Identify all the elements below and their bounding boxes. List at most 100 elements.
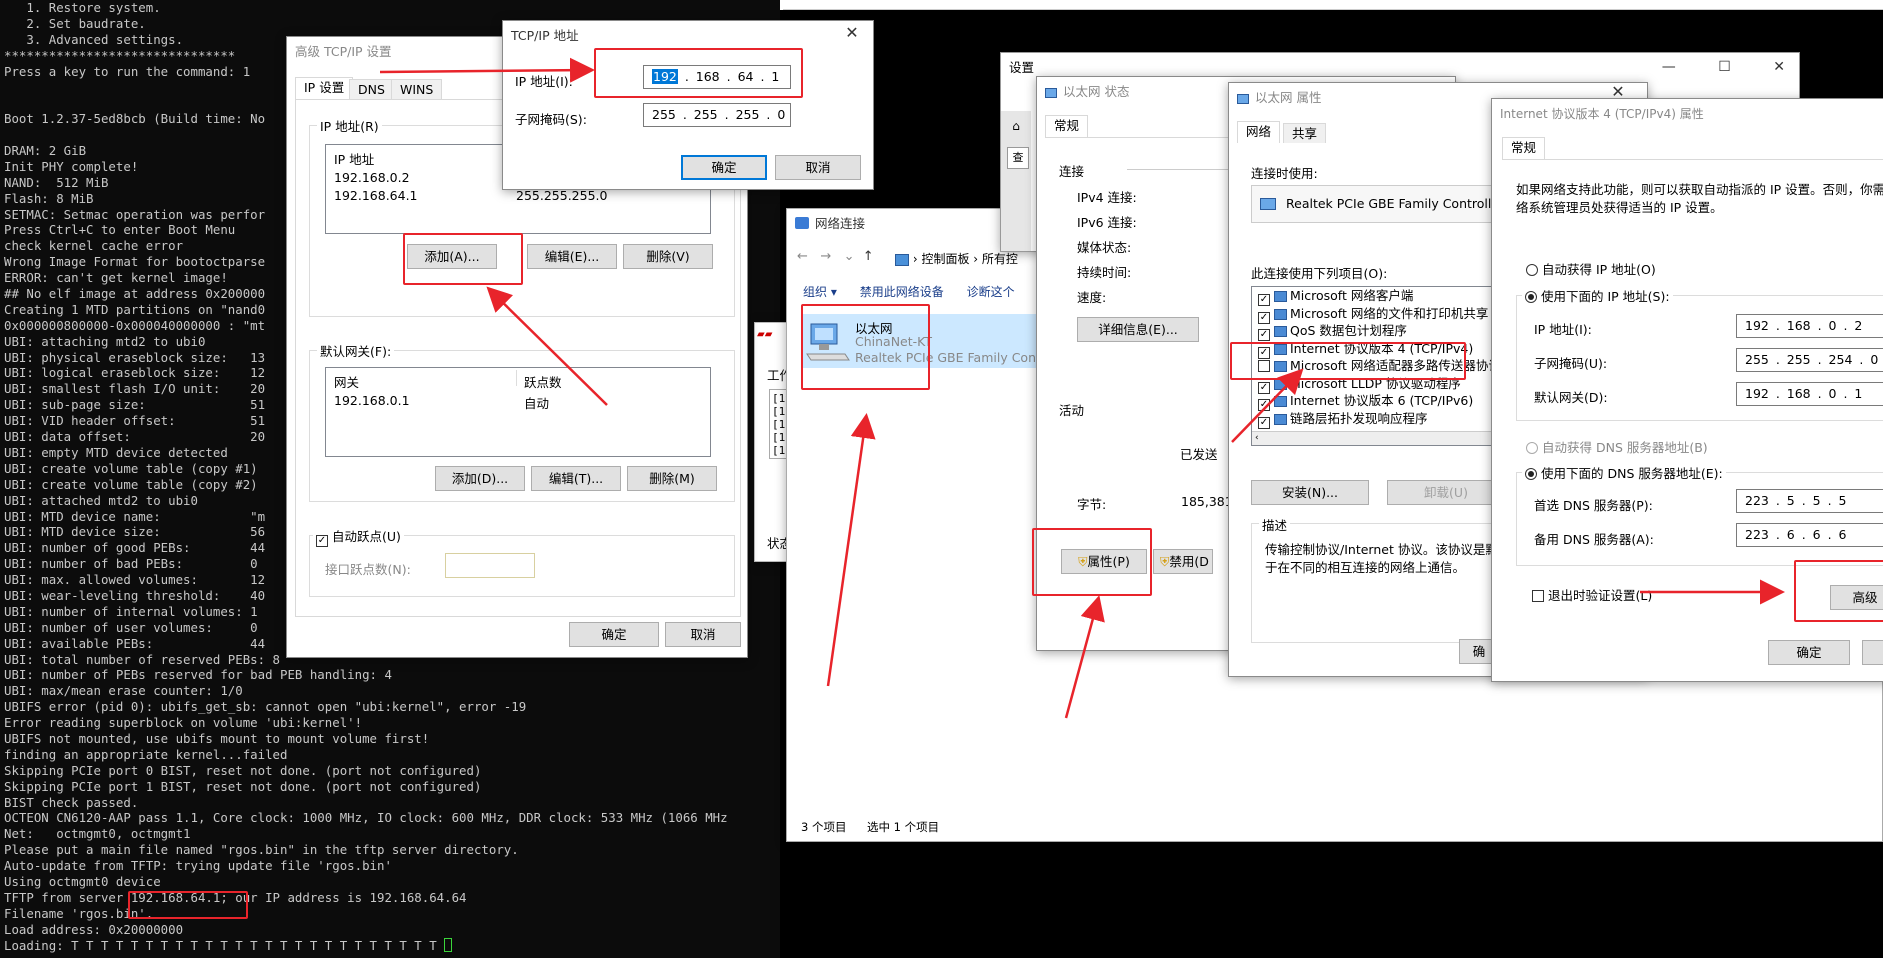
cancel-button[interactable] <box>1862 640 1883 665</box>
intro-text: 如果网络支持此功能，则可以获取自动指派的 IP 设置。否则，你需要 络系统管理员… <box>1516 182 1883 215</box>
default-gateway-label: 默认网关(D): <box>1534 390 1608 405</box>
validate-checkbox[interactable]: 退出时验证设置(L) <box>1532 585 1652 604</box>
cancel-button[interactable]: 取消 <box>775 155 861 180</box>
home-icon[interactable]: ⌂ <box>1001 119 1031 133</box>
alternate-dns-field[interactable]: 223 . 6 . 6 . 6 <box>1736 523 1883 547</box>
tab-dns[interactable]: DNS <box>349 79 394 99</box>
close-icon[interactable]: ✕ <box>837 23 867 42</box>
use-ip-radio[interactable]: 使用下面的 IP 地址(S): <box>1522 286 1673 305</box>
properties-button[interactable]: ⛨属性(P) <box>1061 549 1147 574</box>
auto-ip-label: 自动获得 IP 地址(O) <box>1542 262 1656 277</box>
ipv6-connectivity-label: IPv6 连接: <box>1077 215 1137 230</box>
settings-search-input[interactable]: 查 <box>1007 147 1029 169</box>
loading-text: Loading: T T T T T T T T T T T T T T T T… <box>4 937 445 953</box>
install-button[interactable]: 安装(N)... <box>1251 480 1369 505</box>
ok-button[interactable]: 确定 <box>1768 640 1850 665</box>
terminal-line: finding an appropriate kernel...failed <box>4 746 288 762</box>
preferred-dns-field[interactable]: 223 . 5 . 5 . 5 <box>1736 489 1883 513</box>
activity-section-label: 活动 <box>1059 403 1085 418</box>
terminal-line: Error reading superblock on volume 'ubi:… <box>4 715 363 731</box>
ok-button[interactable]: 确定 <box>681 155 767 180</box>
diagnose-button[interactable]: 诊断这个 <box>967 285 1015 299</box>
tab-sharing[interactable]: 共享 <box>1283 123 1327 143</box>
back-arrow-icon[interactable]: ← <box>797 249 808 264</box>
app-logo-icon: ▰▰ <box>757 329 773 340</box>
preferred-dns-label: 首选 DNS 服务器(P): <box>1534 498 1653 513</box>
ip-octet-1[interactable]: 192 <box>652 69 678 84</box>
ok-button[interactable]: 确定 <box>569 622 659 647</box>
breadcrumb-control-panel[interactable]: 控制面板 <box>921 252 969 266</box>
mask-octet-1[interactable]: 255 <box>652 107 676 122</box>
ip-address-field[interactable]: 192 . 168 . 64 . 1 <box>643 65 791 89</box>
cancel-button[interactable]: 取消 <box>665 622 741 647</box>
network-component-icon <box>1274 343 1287 355</box>
organize-menu[interactable]: 组织 ▾ <box>803 285 837 299</box>
edit-ip-button[interactable]: 编辑(E)... <box>527 244 617 269</box>
details-button[interactable]: 详细信息(E)... <box>1077 317 1199 342</box>
chevron-down-icon[interactable]: ⌄ <box>844 249 855 264</box>
disable-button[interactable]: ⛨禁用(D <box>1153 549 1213 574</box>
disable-device-button[interactable]: 禁用此网络设备 <box>860 285 944 299</box>
gateway-list-row[interactable]: 192.168.0.1 自动 <box>326 392 710 411</box>
breadcrumb-all-items[interactable]: 所有控 <box>982 252 1018 266</box>
delete-ip-button[interactable]: 删除(V) <box>623 244 713 269</box>
auto-ip-radio[interactable]: 自动获得 IP 地址(O) <box>1526 259 1656 278</box>
tab-network[interactable]: 网络 <box>1237 121 1281 143</box>
tcpip-address-dialog: TCP/IP 地址 ✕ IP 地址(I): 192 . 168 . 64 . 1… <box>502 20 874 190</box>
component-checkbox[interactable] <box>1258 360 1270 372</box>
mask-octet-3[interactable]: 255 <box>736 107 760 122</box>
add-ip-button[interactable]: 添加(A)... <box>407 244 497 269</box>
subnet-mask-field[interactable]: 255 . 255 . 255 . 0 <box>643 103 791 127</box>
properties-button-label: 属性(P) <box>1087 554 1130 569</box>
mask-octet-4[interactable]: 0 <box>777 107 785 122</box>
auto-dns-label: 自动获得 DNS 服务器地址(B) <box>1542 440 1708 455</box>
ip-address-label: IP 地址(I): <box>515 74 573 89</box>
ip-octet-2[interactable]: 168 <box>696 69 720 84</box>
add-gateway-button[interactable]: 添加(D)... <box>435 466 525 491</box>
bytes-label: 字节: <box>1077 497 1107 512</box>
terminal-line: UBI: number of PEBs reserved for bad PEB… <box>4 667 392 683</box>
metric-column-header: 跃点数 <box>524 375 562 390</box>
advanced-button[interactable]: 高级 <box>1830 585 1883 610</box>
interface-metric-field[interactable] <box>445 553 535 578</box>
tab-general[interactable]: 常规 <box>1045 115 1089 137</box>
tab-general[interactable]: 常规 <box>1502 137 1546 159</box>
ip-octet-3[interactable]: 64 <box>738 69 754 84</box>
network-component-icon <box>1274 378 1287 390</box>
uninstall-button[interactable]: 卸载(U) <box>1387 480 1505 505</box>
mask-octet-2[interactable]: 255 <box>694 107 718 122</box>
eth-status-title: 以太网 状态 <box>1063 84 1130 99</box>
gateway-group-label: 默认网关(F): <box>317 341 395 360</box>
adapter-ethernet[interactable]: 以太网 ChinaNet-KT Realtek PCIe GBE Family … <box>801 314 1046 368</box>
use-dns-radio[interactable]: 使用下面的 DNS 服务器地址(E): <box>1522 463 1726 482</box>
ip-address-field[interactable]: 192 . 168 . 0 . 2 <box>1736 314 1883 338</box>
subnet-mask-label: 子网掩码(U): <box>1534 356 1608 371</box>
gateway-list[interactable]: 网关 跃点数 192.168.0.1 自动 <box>325 367 711 457</box>
auto-metric-checkbox[interactable]: ✓ 自动跃点(U) <box>313 526 404 547</box>
disable-button-label: 禁用(D <box>1169 554 1209 569</box>
up-arrow-icon[interactable]: ↑ <box>863 249 874 264</box>
delete-gateway-button[interactable]: 删除(M) <box>627 466 717 491</box>
component-label: Internet 协议版本 4 (TCP/IPv4) <box>1290 340 1474 356</box>
dns-group <box>1516 472 1883 566</box>
subnet-mask-field[interactable]: 255 . 255 . 254 . 0 <box>1736 348 1883 372</box>
edit-gateway-button[interactable]: 编辑(T)... <box>531 466 621 491</box>
component-checkbox[interactable]: ✓ <box>1258 416 1270 429</box>
close-icon[interactable]: ✕ <box>1773 59 1785 75</box>
auto-dns-radio[interactable]: 自动获得 DNS 服务器地址(B) <box>1526 437 1708 456</box>
maximize-icon[interactable]: ☐ <box>1718 59 1731 75</box>
network-component-icon <box>1274 396 1287 407</box>
minimize-icon[interactable]: — <box>1662 59 1676 75</box>
tab-wins[interactable]: WINS <box>391 79 443 99</box>
terminal-line: Skipping PCIe port 0 BIST, reset not don… <box>4 762 482 778</box>
ip-octet-4[interactable]: 1 <box>771 69 779 84</box>
ip-address-label: IP 地址(I): <box>1534 322 1592 337</box>
tab-ip-settings[interactable]: IP 设置 <box>295 77 354 99</box>
terminal-line: Filename 'rgos.bin'. <box>4 905 154 921</box>
terminal-line: Net: octmgmt0, octmgmt1 <box>4 826 191 842</box>
ipv4-connectivity-label: IPv4 连接: <box>1077 190 1137 205</box>
network-component-icon <box>1274 291 1287 302</box>
use-dns-label: 使用下面的 DNS 服务器地址(E): <box>1541 466 1723 481</box>
forward-arrow-icon[interactable]: → <box>820 249 831 264</box>
default-gateway-field[interactable]: 192 . 168 . 0 . 1 <box>1736 382 1883 406</box>
